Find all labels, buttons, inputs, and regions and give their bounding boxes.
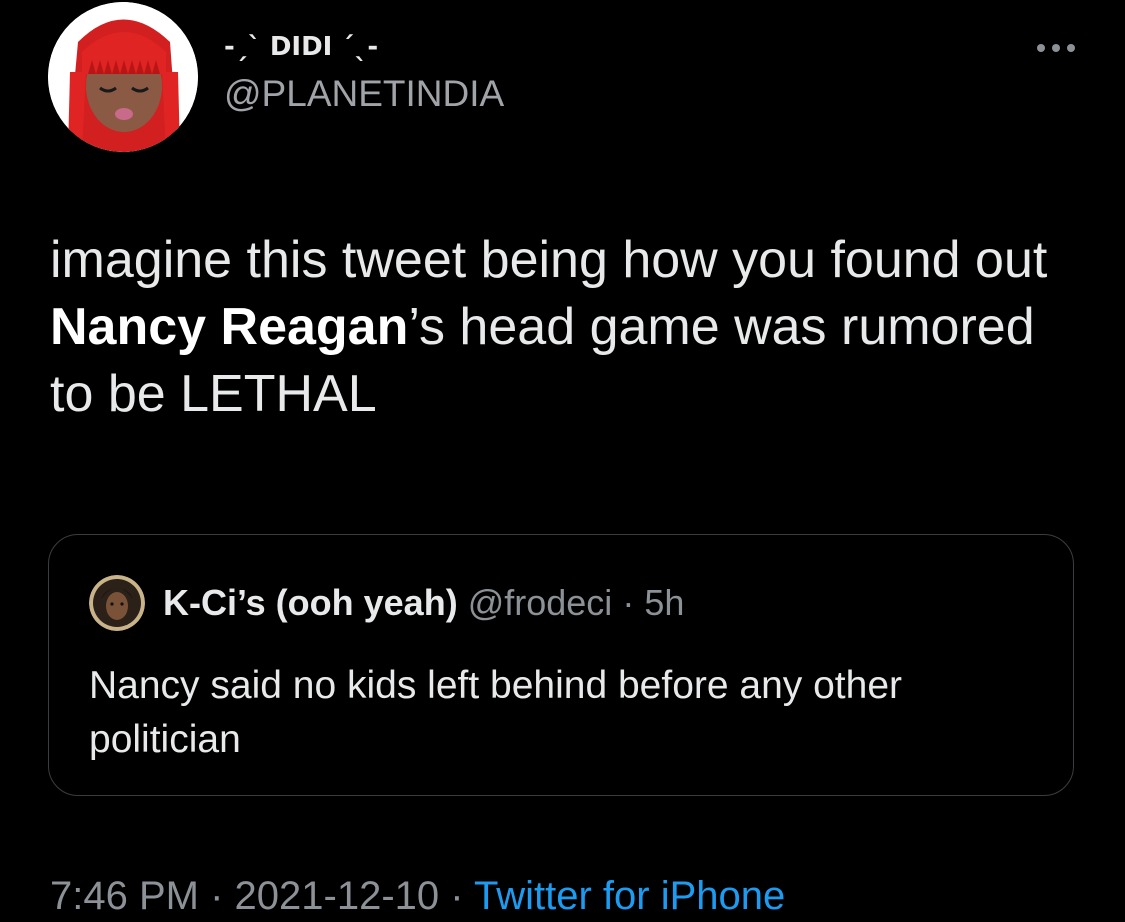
author-handle[interactable]: @PLANETINDIA	[224, 72, 504, 116]
tweet-meta: 7:46 PM · 2021-12-10 · Twitter for iPhon…	[50, 870, 785, 922]
tweet-text: imagine this tweet being how you found o…	[50, 227, 1090, 428]
quoted-tweet[interactable]: K-Ci’s (ooh yeah) @frodeci · 5h Nancy sa…	[48, 534, 1074, 796]
tweet-source-link[interactable]: Twitter for iPhone	[474, 874, 785, 918]
more-dots-icon[interactable]	[1034, 36, 1078, 60]
quoted-text: Nancy said no kids left behind before an…	[89, 664, 903, 761]
meta-separator-2: ·	[450, 874, 464, 918]
tweet-header: -ˏˋ DIDI ˊˎ- @PLANETINDIA	[48, 0, 1078, 160]
quoted-handle[interactable]: @frodeci	[468, 582, 613, 623]
avatar-portrait-photo	[89, 575, 145, 631]
quoted-header: K-Ci’s (ooh yeah) @frodeci · 5h	[163, 581, 684, 625]
tweet-time[interactable]: 7:46 PM	[50, 874, 199, 918]
author-info: -ˏˋ DIDI ˊˎ- @PLANETINDIA	[224, 30, 504, 116]
tweet-text-part1: imagine this tweet being how you found o…	[50, 231, 1048, 289]
quoted-author-avatar[interactable]	[89, 575, 145, 631]
author-avatar[interactable]	[48, 2, 198, 152]
quoted-separator: ·	[622, 582, 635, 623]
author-display-name[interactable]: -ˏˋ DIDI ˊˎ-	[224, 30, 504, 64]
meta-separator: ·	[210, 874, 224, 918]
tweet-date[interactable]: 2021-12-10	[235, 874, 440, 918]
tweet-text-bold: Nancy Reagan	[50, 298, 409, 356]
avatar-illustration	[48, 2, 198, 152]
quoted-display-name[interactable]: K-Ci’s (ooh yeah)	[163, 582, 458, 623]
tweet: -ˏˋ DIDI ˊˎ- @PLANETINDIA imagine this t…	[0, 0, 1125, 921]
quoted-time: 5h	[644, 582, 685, 623]
